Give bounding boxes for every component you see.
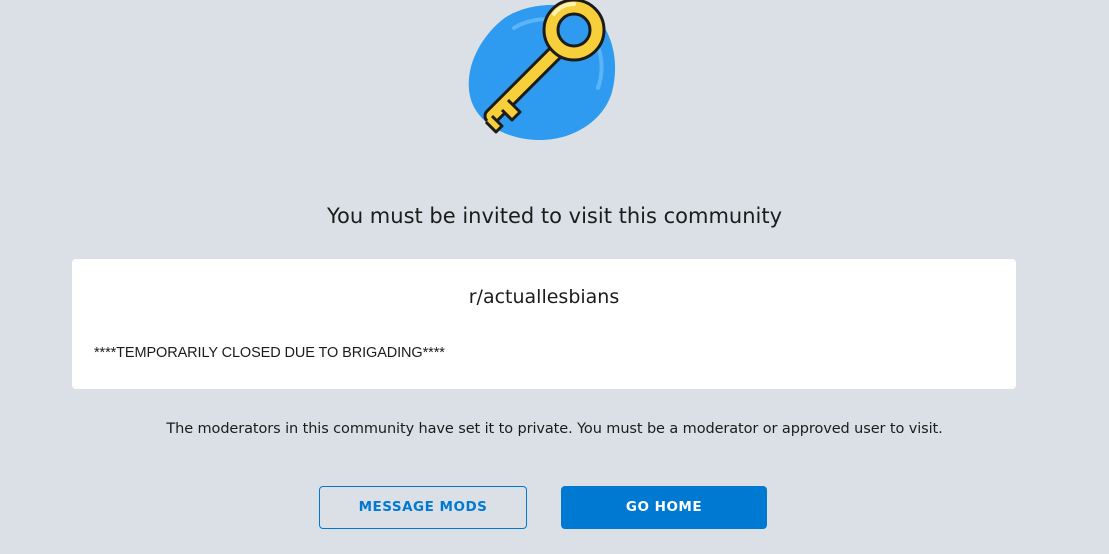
page-title: You must be invited to visit this commun… [326, 204, 783, 228]
key-icon [468, 0, 616, 140]
private-community-page: You must be invited to visit this commun… [0, 0, 1109, 554]
private-explanation: The moderators in this community have se… [166, 421, 943, 437]
community-description: ****TEMPORARILY CLOSED DUE TO BRIGADING*… [94, 345, 445, 361]
community-info-card: r/actuallesbians ****TEMPORARILY CLOSED … [72, 259, 1016, 389]
message-mods-button[interactable]: MESSAGE MODS [319, 486, 527, 529]
go-home-button[interactable]: GO HOME [561, 486, 767, 529]
community-name: r/actuallesbians [468, 286, 620, 308]
